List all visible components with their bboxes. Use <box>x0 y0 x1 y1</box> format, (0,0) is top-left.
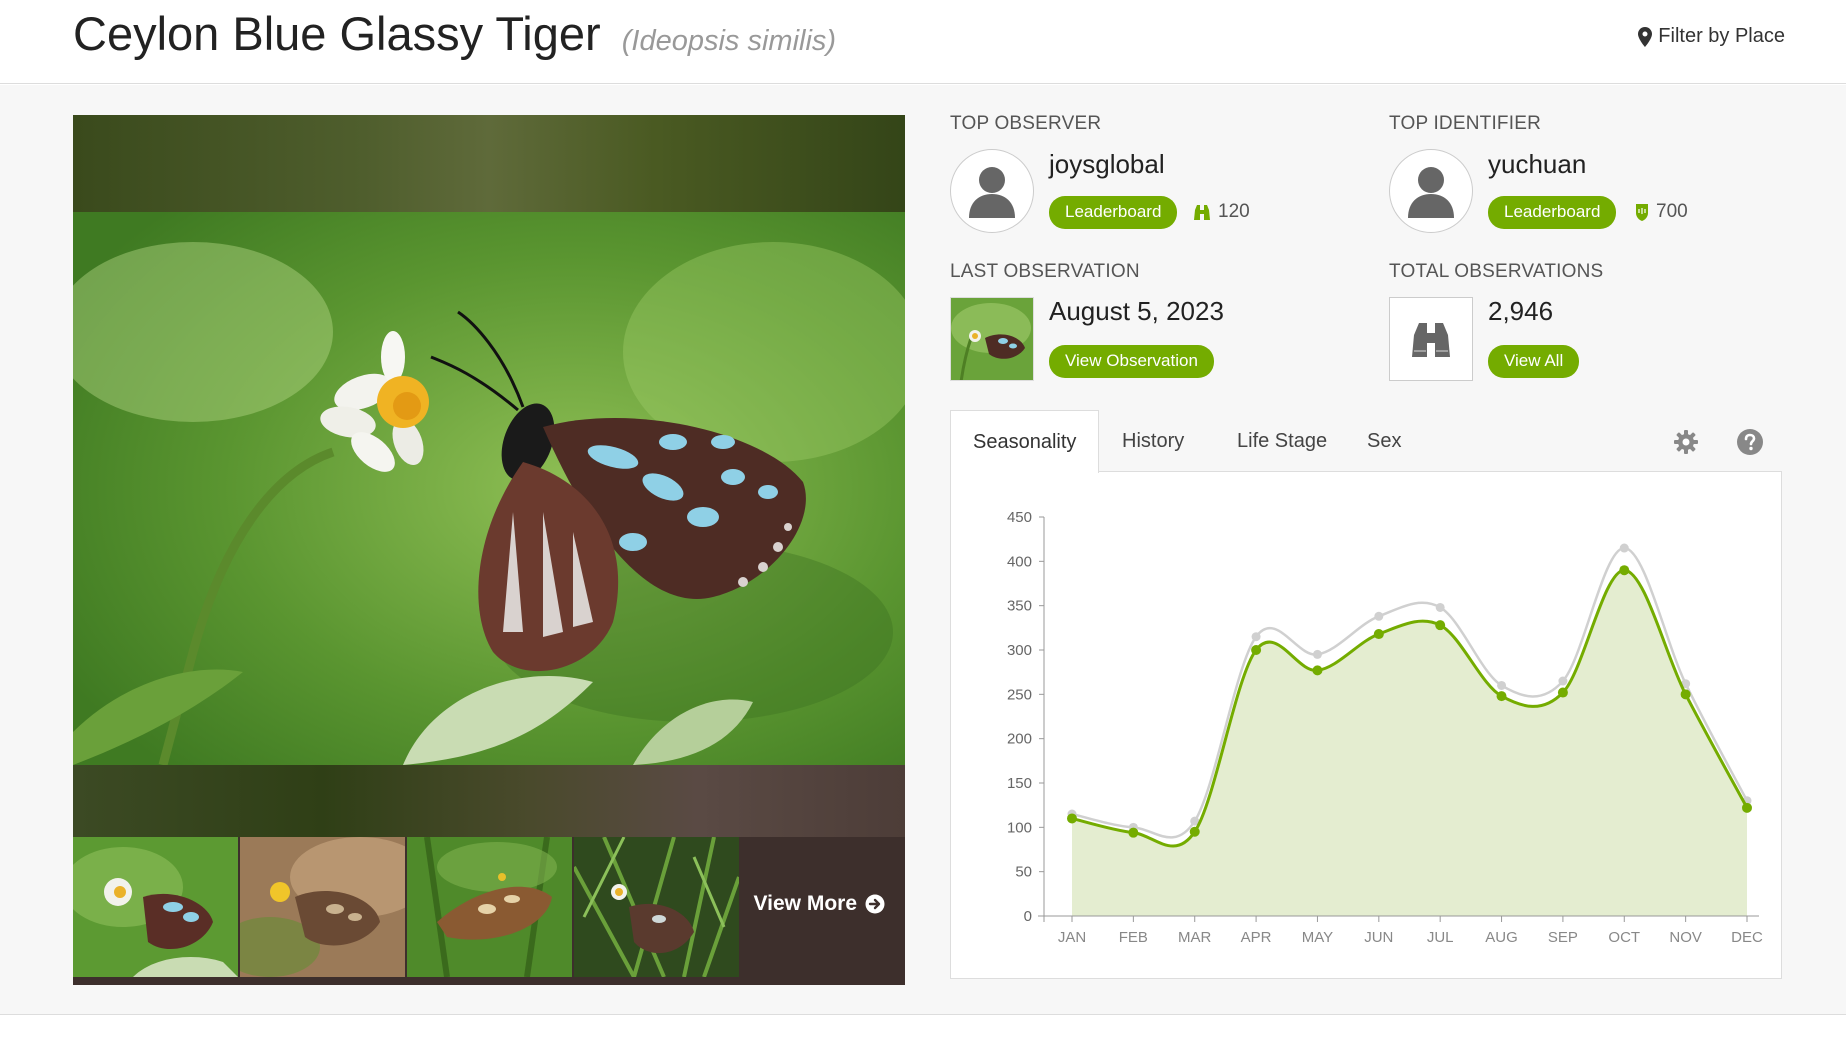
last-observation-date: August 5, 2023 <box>1049 296 1224 326</box>
x-tick-label: OCT <box>1608 929 1640 946</box>
main-photo[interactable] <box>73 212 905 765</box>
x-tick-label: FEB <box>1119 929 1148 946</box>
data-point <box>1435 602 1445 612</box>
data-point <box>1374 611 1384 621</box>
identification-count-value: 700 <box>1656 201 1688 222</box>
view-observation-button[interactable]: View Observation <box>1049 345 1214 378</box>
help-button[interactable] <box>1736 428 1764 461</box>
binoculars-icon <box>1194 205 1210 220</box>
y-tick-label: 300 <box>1007 642 1032 659</box>
filter-by-place-button[interactable]: Filter by Place <box>1638 25 1785 48</box>
data-point <box>1497 680 1507 690</box>
x-tick-label: APR <box>1241 929 1272 946</box>
top-identifier-avatar[interactable] <box>1389 149 1473 233</box>
total-observations-icon-box <box>1389 297 1473 381</box>
photo-thumbnail[interactable] <box>73 837 238 977</box>
total-observations-value: 2,946 <box>1488 296 1554 326</box>
binoculars-icon <box>1412 323 1450 357</box>
data-point <box>1189 826 1200 837</box>
chart-tabs: Seasonality History Life Stage Sex <box>950 410 1782 473</box>
data-point <box>1619 565 1630 576</box>
data-point <box>1558 676 1568 686</box>
top-identifier-name[interactable]: yuchuan <box>1488 149 1586 180</box>
shield-icon <box>1636 204 1648 221</box>
data-point <box>1435 620 1446 631</box>
tab-seasonality[interactable]: Seasonality <box>950 410 1100 473</box>
top-identifier-count: 700 <box>1634 201 1688 223</box>
photo-thumbnail[interactable] <box>574 837 739 977</box>
x-tick-label: DEC <box>1731 929 1763 946</box>
photo-thumbnail[interactable] <box>407 837 572 977</box>
x-tick-label: JUL <box>1427 929 1454 946</box>
main-content: View More TOP OBSERVER joysglobal Leader… <box>0 85 1846 1015</box>
data-point <box>1067 813 1077 824</box>
view-more-label: View More <box>753 892 857 915</box>
data-point <box>1251 632 1261 642</box>
y-tick-label: 250 <box>1007 686 1032 703</box>
last-observation-label: LAST OBSERVATION <box>950 261 1140 282</box>
y-tick-label: 400 <box>1007 553 1032 570</box>
top-observer-avatar[interactable] <box>950 149 1034 233</box>
photo-thumbnails: View More <box>73 837 905 985</box>
top-identifier-label: TOP IDENTIFIER <box>1389 113 1542 134</box>
x-tick-label: SEP <box>1548 929 1578 946</box>
butterfly-photo <box>73 212 905 765</box>
data-point <box>1680 689 1691 700</box>
scientific-name[interactable]: (Ideopsis similis) <box>622 25 836 57</box>
user-icon <box>969 167 1015 218</box>
photo-thumbnail[interactable] <box>240 837 405 977</box>
x-tick-label: JUN <box>1364 929 1393 946</box>
y-tick-label: 0 <box>1024 908 1032 925</box>
x-tick-label: NOV <box>1669 929 1702 946</box>
observation-count-value: 120 <box>1218 201 1250 222</box>
question-circle-icon <box>1737 429 1763 455</box>
data-point <box>1742 802 1752 813</box>
settings-button[interactable] <box>1672 428 1700 461</box>
view-more-photos-button[interactable]: View More <box>754 892 885 916</box>
gear-icon <box>1674 430 1698 454</box>
tab-life-stage[interactable]: Life Stage <box>1215 410 1349 473</box>
x-tick-label: MAR <box>1178 929 1212 946</box>
data-point <box>1312 649 1322 659</box>
seasonality-chart: 0 50 100 150 200 250 300 350 400 450 JAN FEB MAR APR M… <box>1007 509 1763 946</box>
photo-viewer: View More <box>73 115 905 985</box>
top-observer-count: 120 <box>1192 201 1250 223</box>
photo-blur-bottom <box>73 765 905 837</box>
x-tick-label: MAY <box>1302 929 1333 946</box>
seasonality-chart-panel: 0 50 100 150 200 250 300 350 400 450 JAN FEB MAR APR M… <box>950 471 1782 979</box>
user-icon <box>1408 167 1454 218</box>
x-tick-label: AUG <box>1485 929 1518 946</box>
y-tick-label: 200 <box>1007 731 1032 748</box>
arrow-circle-right-icon <box>865 894 885 914</box>
total-observations-label: TOTAL OBSERVATIONS <box>1389 261 1604 282</box>
y-tick-label: 150 <box>1007 775 1032 792</box>
tab-history[interactable]: History <box>1100 410 1206 473</box>
y-tick-label: 50 <box>1015 864 1032 881</box>
top-observer-leaderboard-button[interactable]: Leaderboard <box>1049 196 1178 229</box>
data-point <box>1619 543 1629 553</box>
top-identifier-leaderboard-button[interactable]: Leaderboard <box>1488 196 1617 229</box>
photo-blur-top <box>73 115 905 212</box>
y-tick-label: 450 <box>1007 509 1032 526</box>
data-point <box>1312 665 1323 676</box>
data-point <box>1557 687 1568 698</box>
page-header: Ceylon Blue Glassy Tiger (Ideopsis simil… <box>0 0 1846 84</box>
last-observation-thumbnail[interactable] <box>950 297 1034 381</box>
tab-sex[interactable]: Sex <box>1345 410 1423 473</box>
data-point <box>1373 629 1384 640</box>
view-all-button[interactable]: View All <box>1488 345 1580 378</box>
page-title: Ceylon Blue Glassy Tiger (Ideopsis simil… <box>73 6 836 61</box>
map-pin-icon <box>1638 26 1653 47</box>
top-observer-label: TOP OBSERVER <box>950 113 1102 134</box>
data-point <box>1496 691 1507 702</box>
filter-label: Filter by Place <box>1658 25 1785 47</box>
y-tick-label: 100 <box>1007 819 1032 836</box>
x-tick-label: JAN <box>1058 929 1086 946</box>
top-observer-name[interactable]: joysglobal <box>1049 149 1165 180</box>
y-tick-label: 350 <box>1007 598 1032 615</box>
data-point <box>1128 827 1139 838</box>
data-point <box>1251 645 1262 655</box>
common-name: Ceylon Blue Glassy Tiger <box>73 7 601 60</box>
